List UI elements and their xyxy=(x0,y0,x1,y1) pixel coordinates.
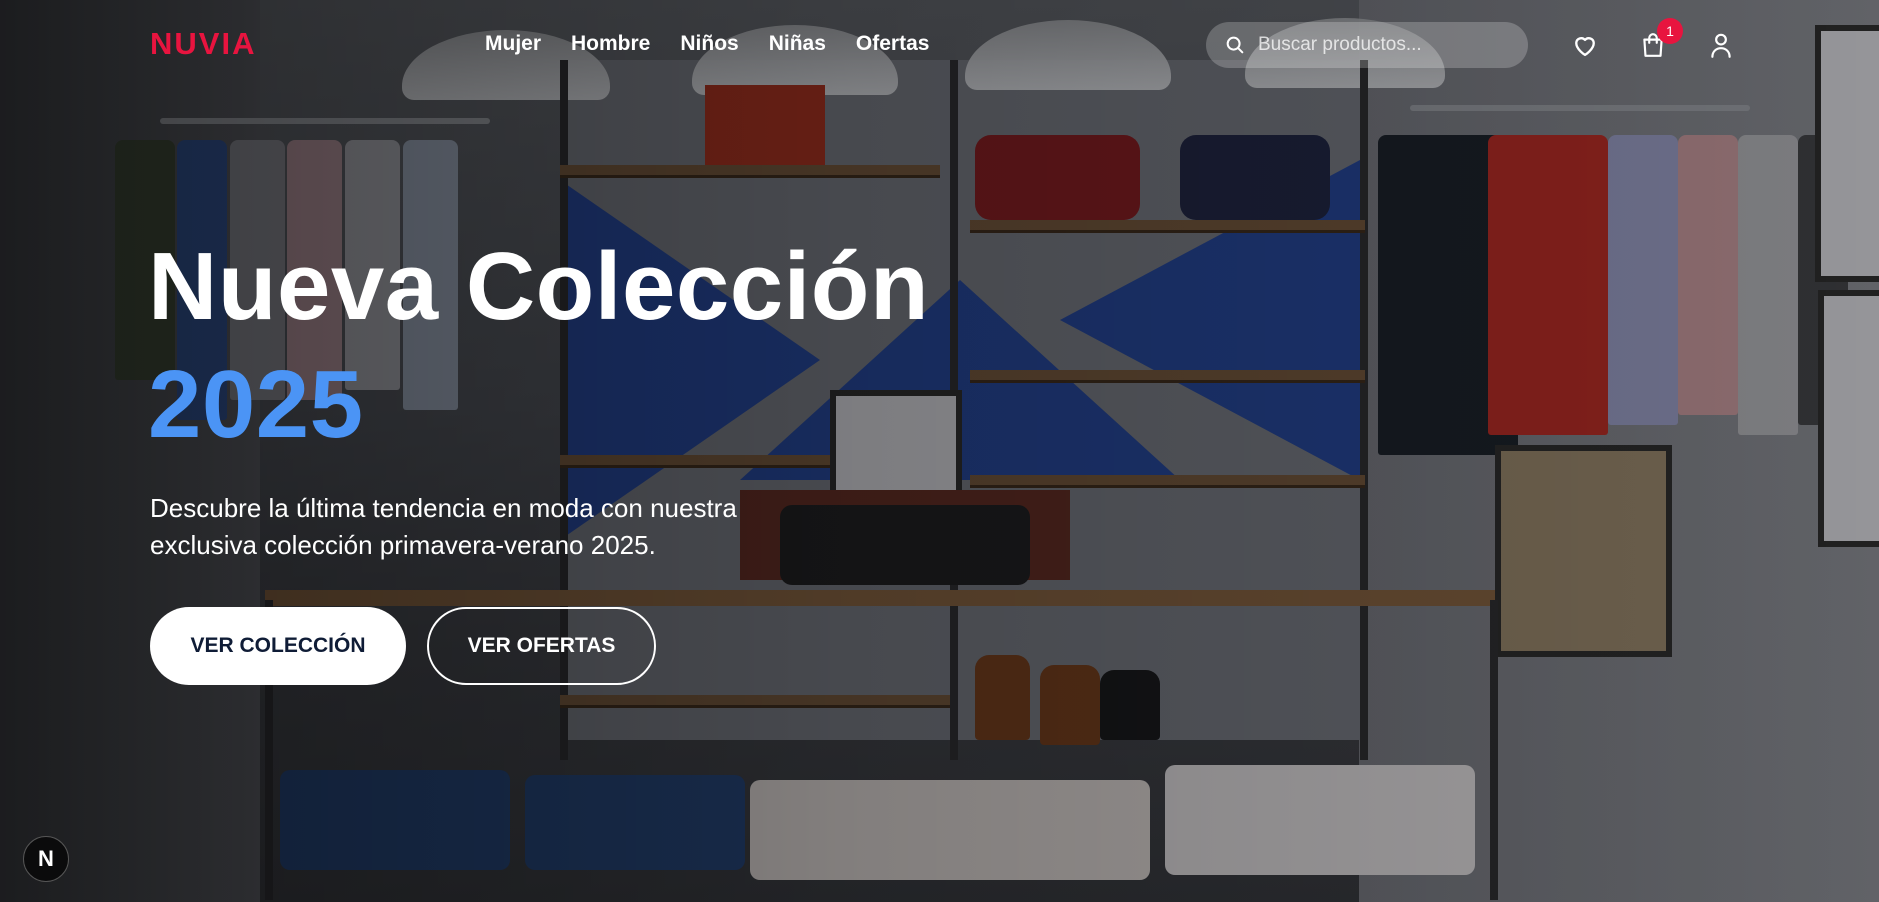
nav-link-ninas[interactable]: Niñas xyxy=(769,32,826,56)
nav-link-hombre[interactable]: Hombre xyxy=(571,32,650,56)
hero-title: Nueva Colección 2025 xyxy=(148,228,929,464)
search-box[interactable] xyxy=(1206,22,1528,68)
nav-link-ninos[interactable]: Niños xyxy=(680,32,738,56)
view-offers-button[interactable]: VER OFERTAS xyxy=(427,607,656,685)
view-collection-button[interactable]: VER COLECCIÓN xyxy=(150,607,406,685)
main-nav: Mujer Hombre Niños Niñas Ofertas xyxy=(485,32,959,56)
hero-title-year: 2025 xyxy=(148,351,364,458)
user-icon xyxy=(1711,33,1731,58)
nav-link-ofertas[interactable]: Ofertas xyxy=(856,32,930,56)
account-button[interactable] xyxy=(1704,28,1738,62)
dev-tools-badge[interactable]: N xyxy=(23,836,69,882)
cart-count-badge: 1 xyxy=(1657,18,1683,44)
hero-title-line1: Nueva Colección xyxy=(148,233,930,340)
nav-link-mujer[interactable]: Mujer xyxy=(485,32,541,56)
wishlist-button[interactable] xyxy=(1568,28,1602,62)
site-header: NUVIA Mujer Hombre Niños Niñas Ofertas 1 xyxy=(0,0,1879,90)
brand-logo[interactable]: NUVIA xyxy=(150,26,256,62)
search-input[interactable] xyxy=(1256,33,1520,57)
search-icon xyxy=(1226,36,1244,54)
heart-icon xyxy=(1575,37,1595,57)
hero-subtitle: Descubre la última tendencia en moda con… xyxy=(150,493,737,560)
